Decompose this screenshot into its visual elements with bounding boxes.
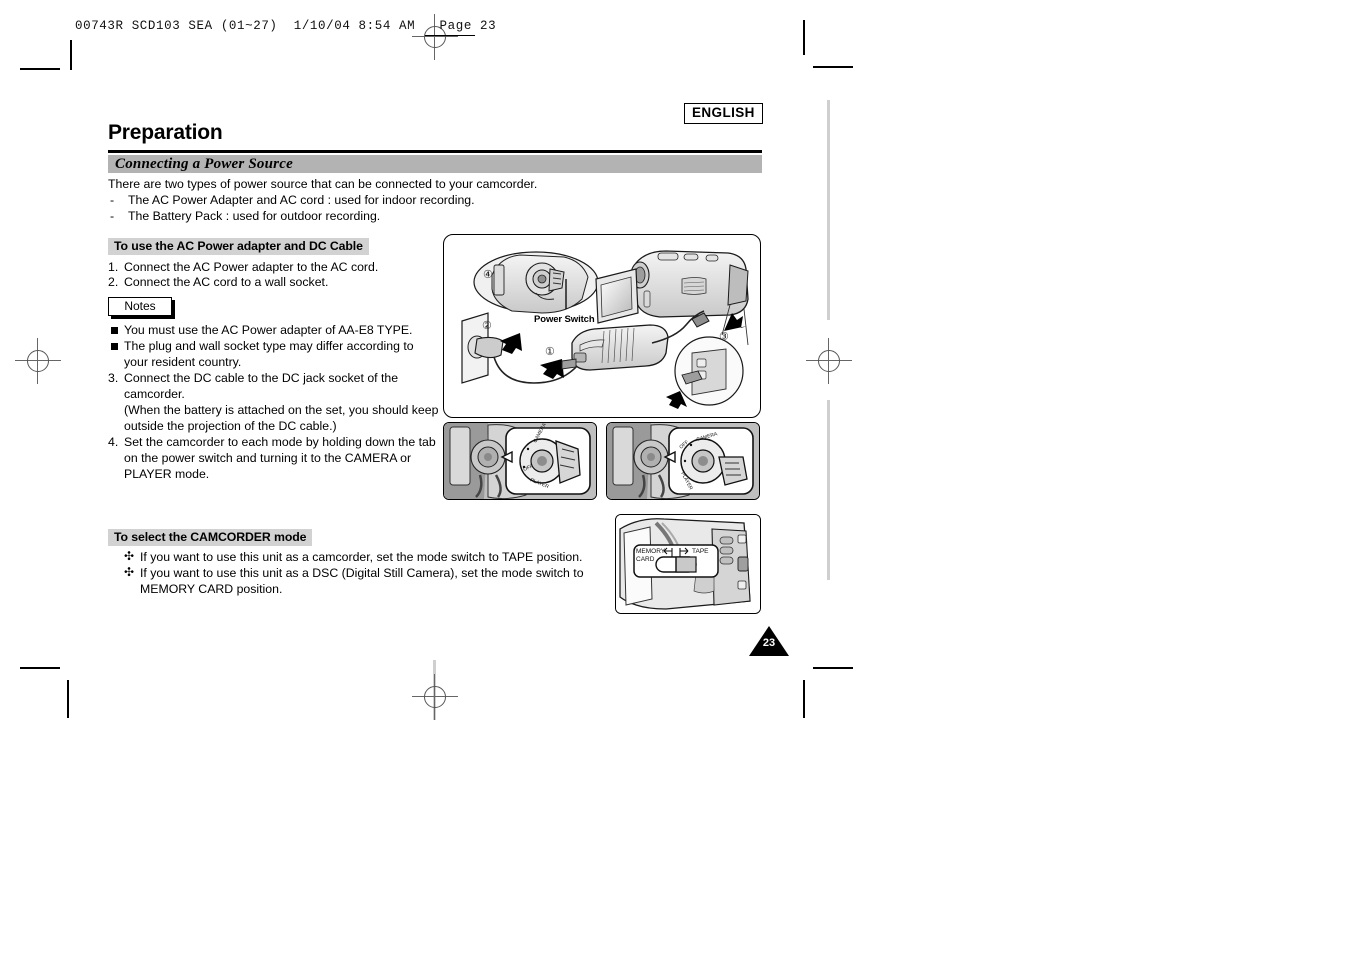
clover-bullet-continuation: MEMORY CARD position. xyxy=(140,582,283,596)
language-badge: ENGLISH xyxy=(684,103,763,124)
callout-number-2: ② xyxy=(482,320,492,332)
step-number: 4. xyxy=(108,435,119,449)
note-bullet-text: The plug and wall socket type may differ… xyxy=(124,339,414,353)
clover-bullet-icon: ✣ xyxy=(124,549,135,563)
subheading-ac-adapter: To use the AC Power adapter and DC Cable xyxy=(108,238,369,256)
section-intro: There are two types of power source that… xyxy=(108,177,538,191)
step-text: Connect the AC cord to a wall socket. xyxy=(124,275,329,289)
power-dial-illustration-right: CAMERA OFF PLAYER xyxy=(607,423,759,499)
step-continuation: camcorder. xyxy=(124,387,185,401)
step-number: 3. xyxy=(108,371,119,385)
dash-item-text: The Battery Pack : used for outdoor reco… xyxy=(128,209,381,223)
notes-box: Notes xyxy=(108,297,172,316)
clover-bullet-text: If you want to use this unit as a camcor… xyxy=(140,550,583,564)
step-text: Connect the DC cable to the DC jack sock… xyxy=(124,371,399,385)
power-dial-illustration-left: CAMERA OFF PLAYER xyxy=(444,423,596,499)
document-page: ENGLISH Preparation Connecting a Power S… xyxy=(0,0,1351,954)
mode-label-card: CARD xyxy=(636,556,655,563)
callout-number-4: ④ xyxy=(483,269,493,281)
clover-bullet-text: If you want to use this unit as a DSC (D… xyxy=(140,566,584,580)
note-bullet-continuation: your resident country. xyxy=(124,355,242,369)
mode-switch-illustration: MEMORY CARD TAPE xyxy=(616,515,760,613)
square-bullet-icon xyxy=(111,327,118,334)
dash-item-text: The AC Power Adapter and AC cord : used … xyxy=(128,193,475,207)
figure-power-dial-player: CAMERA OFF PLAYER xyxy=(606,422,760,500)
step-text: Set the camcorder to each mode by holdin… xyxy=(124,435,436,449)
figure-mode-switch: MEMORY CARD TAPE xyxy=(615,514,761,614)
step-continuation: PLAYER mode. xyxy=(124,467,210,481)
power-switch-label: Power Switch xyxy=(534,314,595,325)
square-bullet-icon xyxy=(111,343,118,350)
step-number: 1. xyxy=(108,260,119,274)
page-title: Preparation xyxy=(108,121,223,144)
section-heading-label: Connecting a Power Source xyxy=(115,156,293,172)
page-number: 23 xyxy=(762,637,776,649)
dash-glyph: - xyxy=(110,209,115,223)
figure-power-dial-camera: CAMERA OFF PLAYER xyxy=(443,422,597,500)
clover-bullet-icon: ✣ xyxy=(124,565,135,579)
step-text: Connect the AC Power adapter to the AC c… xyxy=(124,260,379,274)
figure-power-connection-diagram: ④ ② ① ③ xyxy=(443,234,761,418)
callout-number-3: ③ xyxy=(719,331,729,343)
dash-glyph: - xyxy=(110,193,115,207)
callout-number-1: ① xyxy=(545,346,555,358)
step-continuation: outside the projection of the DC cable.) xyxy=(124,419,337,433)
mode-label-memory: MEMORY xyxy=(636,548,666,555)
step-continuation: on the power switch and turning it to th… xyxy=(124,451,412,465)
subheading-camcorder-mode: To select the CAMCORDER mode xyxy=(108,529,313,547)
step-continuation: (When the battery is attached on the set… xyxy=(124,403,439,417)
mode-label-tape: TAPE xyxy=(692,548,709,555)
notes-label: Notes xyxy=(124,299,156,313)
page-number-badge: 23 xyxy=(749,626,789,656)
note-bullet-text: You must use the AC Power adapter of AA-… xyxy=(124,323,413,337)
step-number: 2. xyxy=(108,275,119,289)
title-divider xyxy=(108,150,762,153)
